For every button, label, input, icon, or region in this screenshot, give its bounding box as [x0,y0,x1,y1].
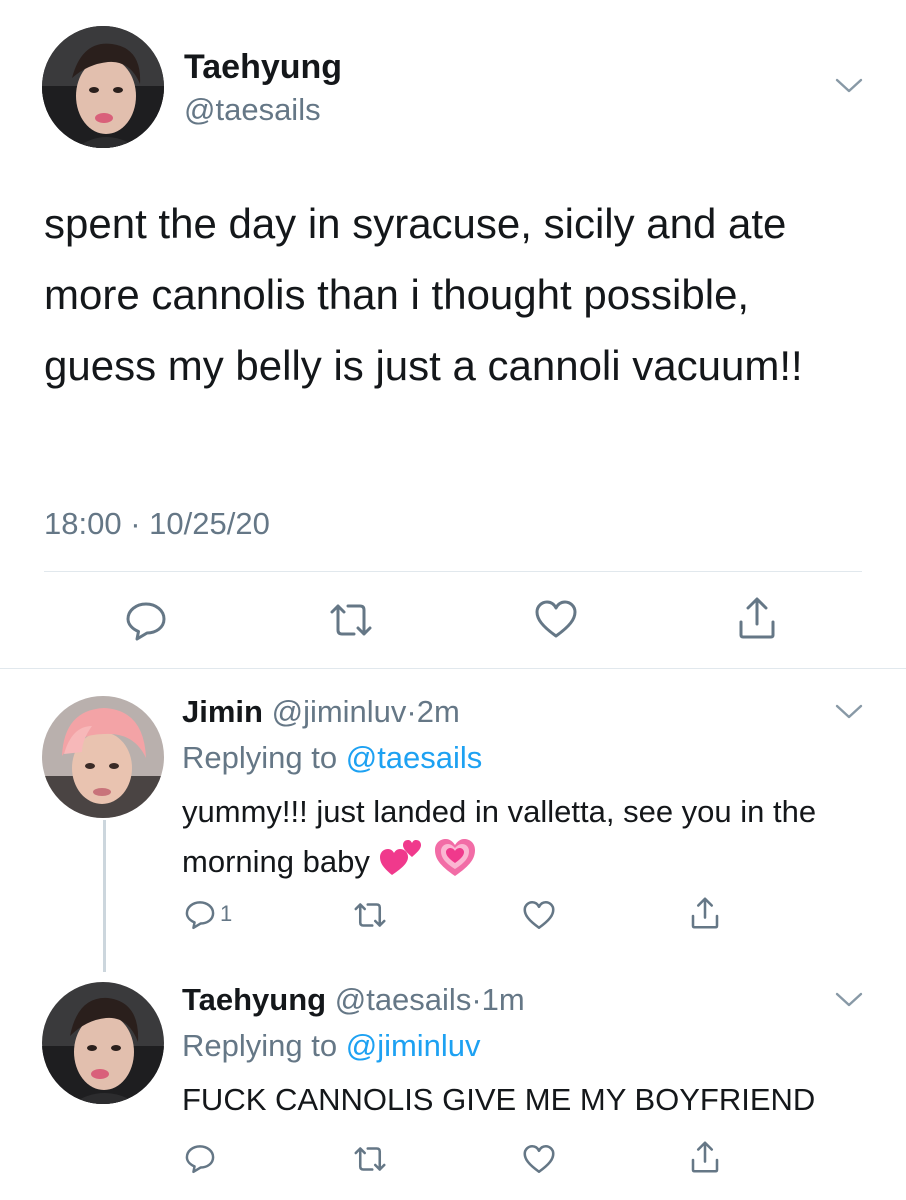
reply-header: Jimin @jiminluv·2m [182,694,460,730]
reply-text: yummy!!! just landed in valletta, see yo… [182,788,872,892]
replying-to: Replying to @taesails [182,740,482,776]
like-icon [522,1144,556,1174]
retweet-button[interactable] [352,1144,388,1174]
like-button[interactable] [522,900,556,930]
reply-icon [184,1142,216,1174]
reply-icon [124,598,168,642]
author-handle[interactable]: @taesails [184,92,321,128]
reply-button[interactable] [184,1142,216,1174]
thread-connector [103,820,106,972]
chevron-down-icon[interactable] [834,990,864,1015]
meta-separator: · [406,694,417,729]
reply-age: 2m [416,694,460,729]
share-button[interactable] [737,596,777,640]
share-icon [737,596,777,640]
replying-prefix: Replying to [182,1028,338,1063]
replying-mention[interactable]: @taesails [346,740,483,775]
retweet-button[interactable] [352,900,388,930]
reply-author-handle[interactable]: @jiminluv [272,694,407,729]
tweet-text: spent the day in syracuse, sicily and at… [44,200,803,389]
share-icon [690,896,720,930]
chevron-down-icon[interactable] [834,702,864,727]
meta-separator: · [471,982,482,1017]
tweet-detail-view: Taehyung @taesails spent the day in syra… [0,0,906,1200]
share-button[interactable] [690,1140,720,1174]
like-button[interactable] [522,1144,556,1174]
reply-button[interactable] [124,598,168,642]
reply-header: Taehyung @taesails·1m [182,982,525,1018]
tweet-time: 18:00 [44,506,122,541]
reply-author-name[interactable]: Jimin [182,694,263,729]
replying-mention[interactable]: @jiminluv [346,1028,481,1063]
reply-icon [184,898,216,930]
reply-author-handle[interactable]: @taesails [335,982,472,1017]
reply-author-name[interactable]: Taehyung [182,982,326,1017]
retweet-button[interactable] [328,600,374,640]
reply-avatar[interactable] [42,696,164,818]
author-avatar[interactable] [42,26,164,148]
retweet-icon [352,1144,388,1174]
share-button[interactable] [690,896,720,930]
like-button[interactable] [534,599,578,639]
like-icon [534,599,578,639]
tweet-action-bar [0,596,906,644]
reply-count: 1 [220,901,233,926]
author-name[interactable]: Taehyung [184,48,342,87]
divider [44,571,862,572]
two-hearts-emoji [378,837,424,891]
reply-text-content: yummy!!! just landed in valletta, see yo… [182,794,817,880]
chevron-down-icon[interactable] [834,76,864,101]
divider [0,668,906,669]
share-icon [690,1140,720,1174]
like-icon [522,900,556,930]
meta-separator: · [130,506,141,541]
retweet-icon [352,900,388,930]
reply-age: 1m [481,982,525,1017]
reply-avatar[interactable] [42,982,164,1104]
retweet-icon [328,600,374,640]
tweet-timestamp: 18:00 · 10/25/20 [44,506,270,542]
replying-to: Replying to @jiminluv [182,1028,481,1064]
growing-heart-emoji [433,836,477,892]
tweet-date: 10/25/20 [149,506,270,541]
replying-prefix: Replying to [182,740,338,775]
reply-button[interactable]: 1 [184,898,232,930]
reply-text: FUCK CANNOLIS GIVE ME MY BOYFRIEND [182,1082,816,1117]
